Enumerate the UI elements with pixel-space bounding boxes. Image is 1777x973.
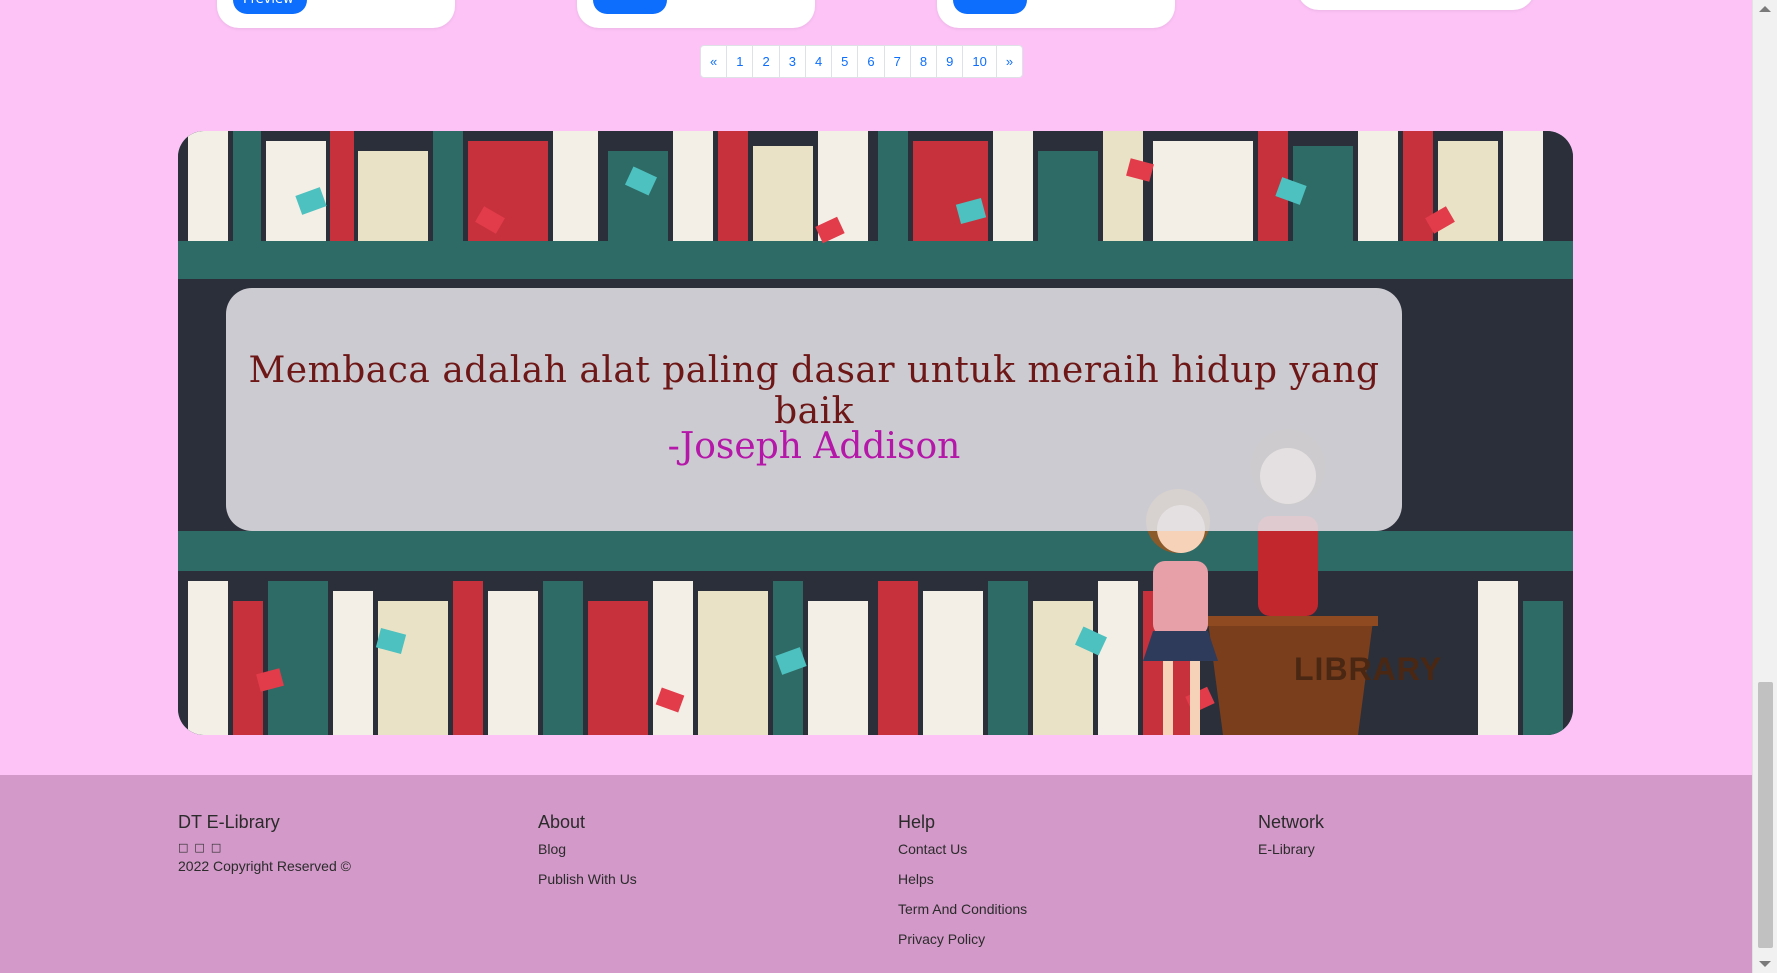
social-icons: □ □ □ bbox=[178, 841, 351, 854]
book-card bbox=[577, 0, 815, 28]
pagination-page-2[interactable]: 2 bbox=[753, 46, 780, 77]
pagination-page-5[interactable]: 5 bbox=[832, 46, 859, 77]
footer-link-elibrary[interactable]: E-Library bbox=[1258, 841, 1324, 857]
pagination-page-4[interactable]: 4 bbox=[806, 46, 833, 77]
footer-network-column: Network E-Library bbox=[1258, 812, 1324, 871]
library-desk-sign: LIBRARY bbox=[1294, 651, 1443, 687]
pagination-prev[interactable]: « bbox=[701, 46, 728, 77]
pagination-page-9[interactable]: 9 bbox=[937, 46, 964, 77]
pagination-page-1[interactable]: 1 bbox=[727, 46, 754, 77]
footer-link-contact[interactable]: Contact Us bbox=[898, 841, 1027, 857]
scroll-down-arrow-icon[interactable] bbox=[1759, 961, 1771, 967]
preview-button[interactable]: Preview bbox=[233, 0, 307, 14]
preview-button[interactable] bbox=[953, 0, 1027, 14]
footer-help-column: Help Contact Us Helps Term And Condition… bbox=[898, 812, 1027, 961]
quote-banner: Membaca adalah alat paling dasar untuk m… bbox=[178, 131, 1573, 735]
quote-author: -Joseph Addison bbox=[667, 426, 961, 467]
pagination-page-6[interactable]: 6 bbox=[858, 46, 885, 77]
footer: DT E-Library □ □ □ 2022 Copyright Reserv… bbox=[0, 775, 1752, 973]
footer-help-title: Help bbox=[898, 812, 936, 832]
footer-link-terms[interactable]: Term And Conditions bbox=[898, 901, 1027, 917]
twitter-icon[interactable]: □ bbox=[194, 841, 204, 854]
pagination: « 1 2 3 4 5 6 7 8 9 10 » bbox=[700, 45, 1024, 78]
footer-brand-column: DT E-Library □ □ □ 2022 Copyright Reserv… bbox=[178, 812, 351, 874]
footer-about-column: About Blog Publish With Us bbox=[538, 812, 637, 901]
footer-link-publish[interactable]: Publish With Us bbox=[538, 871, 637, 887]
facebook-icon[interactable]: □ bbox=[178, 841, 188, 854]
book-card: Preview bbox=[217, 0, 455, 28]
footer-network-title: Network bbox=[1258, 812, 1325, 832]
pagination-next[interactable]: » bbox=[997, 46, 1022, 77]
pagination-page-8[interactable]: 8 bbox=[911, 46, 938, 77]
footer-link-blog[interactable]: Blog bbox=[538, 841, 637, 857]
book-card bbox=[1297, 0, 1535, 10]
footer-link-helps[interactable]: Helps bbox=[898, 871, 1027, 887]
scrollbar-thumb[interactable] bbox=[1758, 682, 1773, 948]
vertical-scrollbar[interactable] bbox=[1752, 0, 1777, 973]
scroll-up-arrow-icon[interactable] bbox=[1759, 6, 1771, 12]
book-card bbox=[937, 0, 1175, 28]
footer-brand-title: DT E-Library bbox=[178, 812, 280, 832]
pagination-page-7[interactable]: 7 bbox=[885, 46, 911, 77]
instagram-icon[interactable]: □ bbox=[211, 841, 221, 854]
pagination-page-10[interactable]: 10 bbox=[963, 46, 997, 77]
quote-box: Membaca adalah alat paling dasar untuk m… bbox=[226, 288, 1402, 531]
copyright-text: 2022 Copyright Reserved © bbox=[178, 858, 351, 874]
pagination-page-3[interactable]: 3 bbox=[780, 46, 806, 77]
preview-button[interactable] bbox=[593, 0, 667, 14]
quote-text: Membaca adalah alat paling dasar untuk m… bbox=[248, 350, 1380, 432]
footer-about-title: About bbox=[538, 812, 586, 832]
footer-link-privacy[interactable]: Privacy Policy bbox=[898, 931, 1027, 947]
